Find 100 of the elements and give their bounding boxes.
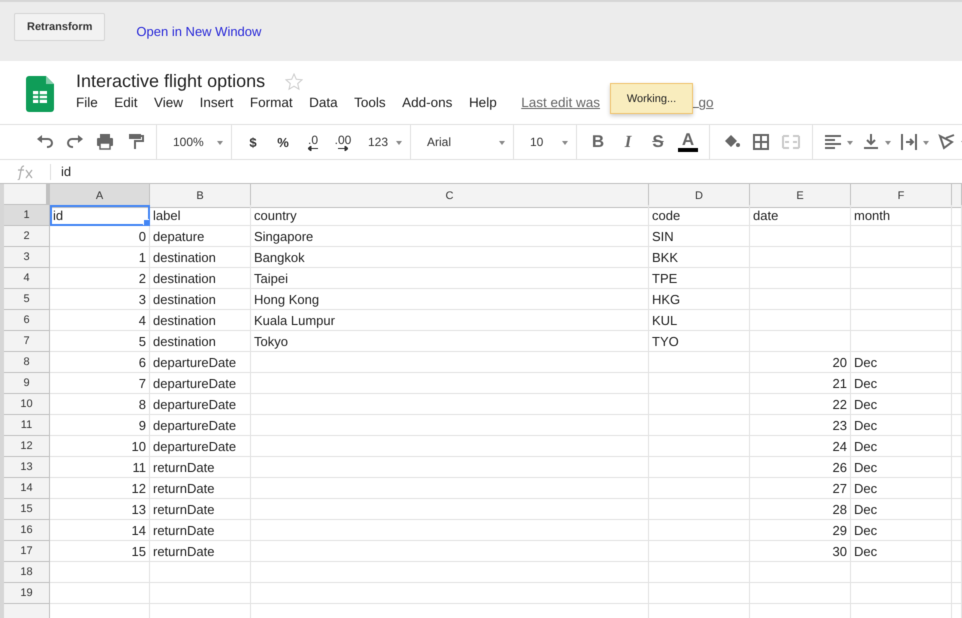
text-style-button[interactable]: B (583, 130, 613, 154)
table-cell: 8 (50, 394, 150, 415)
row-header[interactable]: 6 (4, 310, 50, 331)
table-cell: 14 (50, 520, 150, 541)
table-cell: destination (150, 289, 251, 310)
wrap-icon (899, 132, 919, 152)
format-button[interactable]: % (268, 130, 298, 154)
dropdown-button[interactable]: 10 (520, 130, 570, 154)
menu-item[interactable]: Help (468, 95, 497, 110)
table-cell: destination (150, 268, 251, 289)
table-cell: returnDate (150, 541, 251, 562)
retransform-button[interactable]: Retransform (14, 12, 106, 40)
table-cell: label (150, 205, 251, 226)
column-header[interactable]: D (649, 184, 750, 208)
table-cell: 24 (750, 436, 851, 457)
column-header[interactable]: F (851, 184, 952, 208)
format-button[interactable]: $ (238, 130, 268, 154)
dropdown-button[interactable]: 123 (358, 130, 404, 154)
menu-item[interactable]: File (76, 95, 98, 110)
table-cell: TYO (649, 331, 750, 352)
dropdown-button[interactable]: 100% (163, 130, 225, 154)
table-cell: destination (150, 331, 251, 352)
table-cell: Taipei (251, 268, 649, 289)
table-cell (952, 520, 962, 541)
table-cell: Dec (851, 499, 952, 520)
table-cell: Tokyo (251, 331, 649, 352)
table-cell: 2 (50, 268, 150, 289)
table-cell: 29 (750, 520, 851, 541)
row-header[interactable]: 3 (4, 247, 50, 268)
menu-item[interactable]: Data (309, 95, 338, 110)
row-header[interactable]: 17 (4, 541, 50, 562)
table-cell: 4 (50, 310, 150, 331)
row-header[interactable]: 7 (4, 331, 50, 352)
decimal-button[interactable]: .0 (298, 130, 328, 154)
star-icon[interactable] (285, 72, 304, 90)
table-cell: SIN (649, 226, 750, 247)
menu-item[interactable]: Add-ons (402, 95, 452, 110)
formula-field[interactable]: id (51, 164, 72, 179)
open-window-link[interactable]: Open in New Window (136, 24, 262, 39)
table-cell (952, 394, 962, 415)
column-header[interactable]: E (750, 184, 851, 208)
table-cell (952, 436, 962, 457)
sheets-logo-icon[interactable] (26, 76, 54, 112)
row-header[interactable]: 14 (4, 478, 50, 499)
row-header[interactable]: 16 (4, 520, 50, 541)
rotate-text-icon (937, 132, 957, 152)
dropdown-button[interactable]: Arial (417, 130, 507, 154)
menu-item[interactable]: View (154, 95, 184, 110)
table-cell: 7 (50, 373, 150, 394)
table-cell (952, 331, 962, 352)
table-cell: 26 (750, 457, 851, 478)
row-header[interactable]: 18 (4, 562, 50, 583)
table-cell (952, 310, 962, 331)
row-header[interactable]: 12 (4, 436, 50, 457)
menu-item[interactable]: Insert (200, 95, 234, 110)
menu-item[interactable]: Edit (114, 95, 138, 110)
row-header[interactable]: 13 (4, 457, 50, 478)
arrow-icon (308, 146, 318, 150)
last-edit-link[interactable]: Last edit was (521, 95, 600, 110)
row-header[interactable]: 4 (4, 268, 50, 289)
text-style-button[interactable]: S (643, 130, 673, 154)
table-cell: 13 (50, 499, 150, 520)
decimal-button[interactable]: .00 (328, 130, 358, 154)
table-cell: departureDate (150, 394, 251, 415)
document-title[interactable]: Interactive flight options (76, 71, 266, 92)
row-header[interactable]: 11 (4, 415, 50, 436)
row-header[interactable]: 8 (4, 352, 50, 373)
table-cell (952, 541, 962, 562)
table-cell: Dec (851, 394, 952, 415)
row-header[interactable]: 15 (4, 499, 50, 520)
table-cell: country (251, 205, 649, 226)
text-style-button[interactable]: A (673, 130, 703, 154)
table-cell: departureDate (150, 436, 251, 457)
table-cell: Dec (851, 415, 952, 436)
table-cell (952, 562, 962, 583)
column-header[interactable]: A (50, 184, 150, 208)
table-cell[interactable]: id (50, 205, 150, 226)
row-header[interactable]: 5 (4, 289, 50, 310)
menu-item[interactable]: Format (250, 95, 293, 110)
text-style-button[interactable]: I (613, 130, 643, 154)
row-header[interactable]: 2 (4, 226, 50, 247)
table-cell (952, 478, 962, 499)
table-cell: returnDate (150, 478, 251, 499)
row-header[interactable]: 1 (4, 205, 50, 226)
column-header[interactable]: C (251, 184, 649, 208)
last-edit-link[interactable]: go (698, 95, 714, 110)
grid-icon (751, 132, 771, 152)
table-cell: depature (150, 226, 251, 247)
row-header[interactable]: 19 (4, 583, 50, 604)
table-cell: 3 (50, 289, 150, 310)
column-header[interactable]: B (150, 184, 251, 208)
table-cell (952, 373, 962, 394)
table-cell: code (649, 205, 750, 226)
row-header[interactable]: 9 (4, 373, 50, 394)
table-cell (952, 499, 962, 520)
table-cell: TPE (649, 268, 750, 289)
table-cell: Singapore (251, 226, 649, 247)
row-header[interactable]: 10 (4, 394, 50, 415)
table-cell: 15 (50, 541, 150, 562)
menu-item[interactable]: Tools (354, 95, 386, 110)
